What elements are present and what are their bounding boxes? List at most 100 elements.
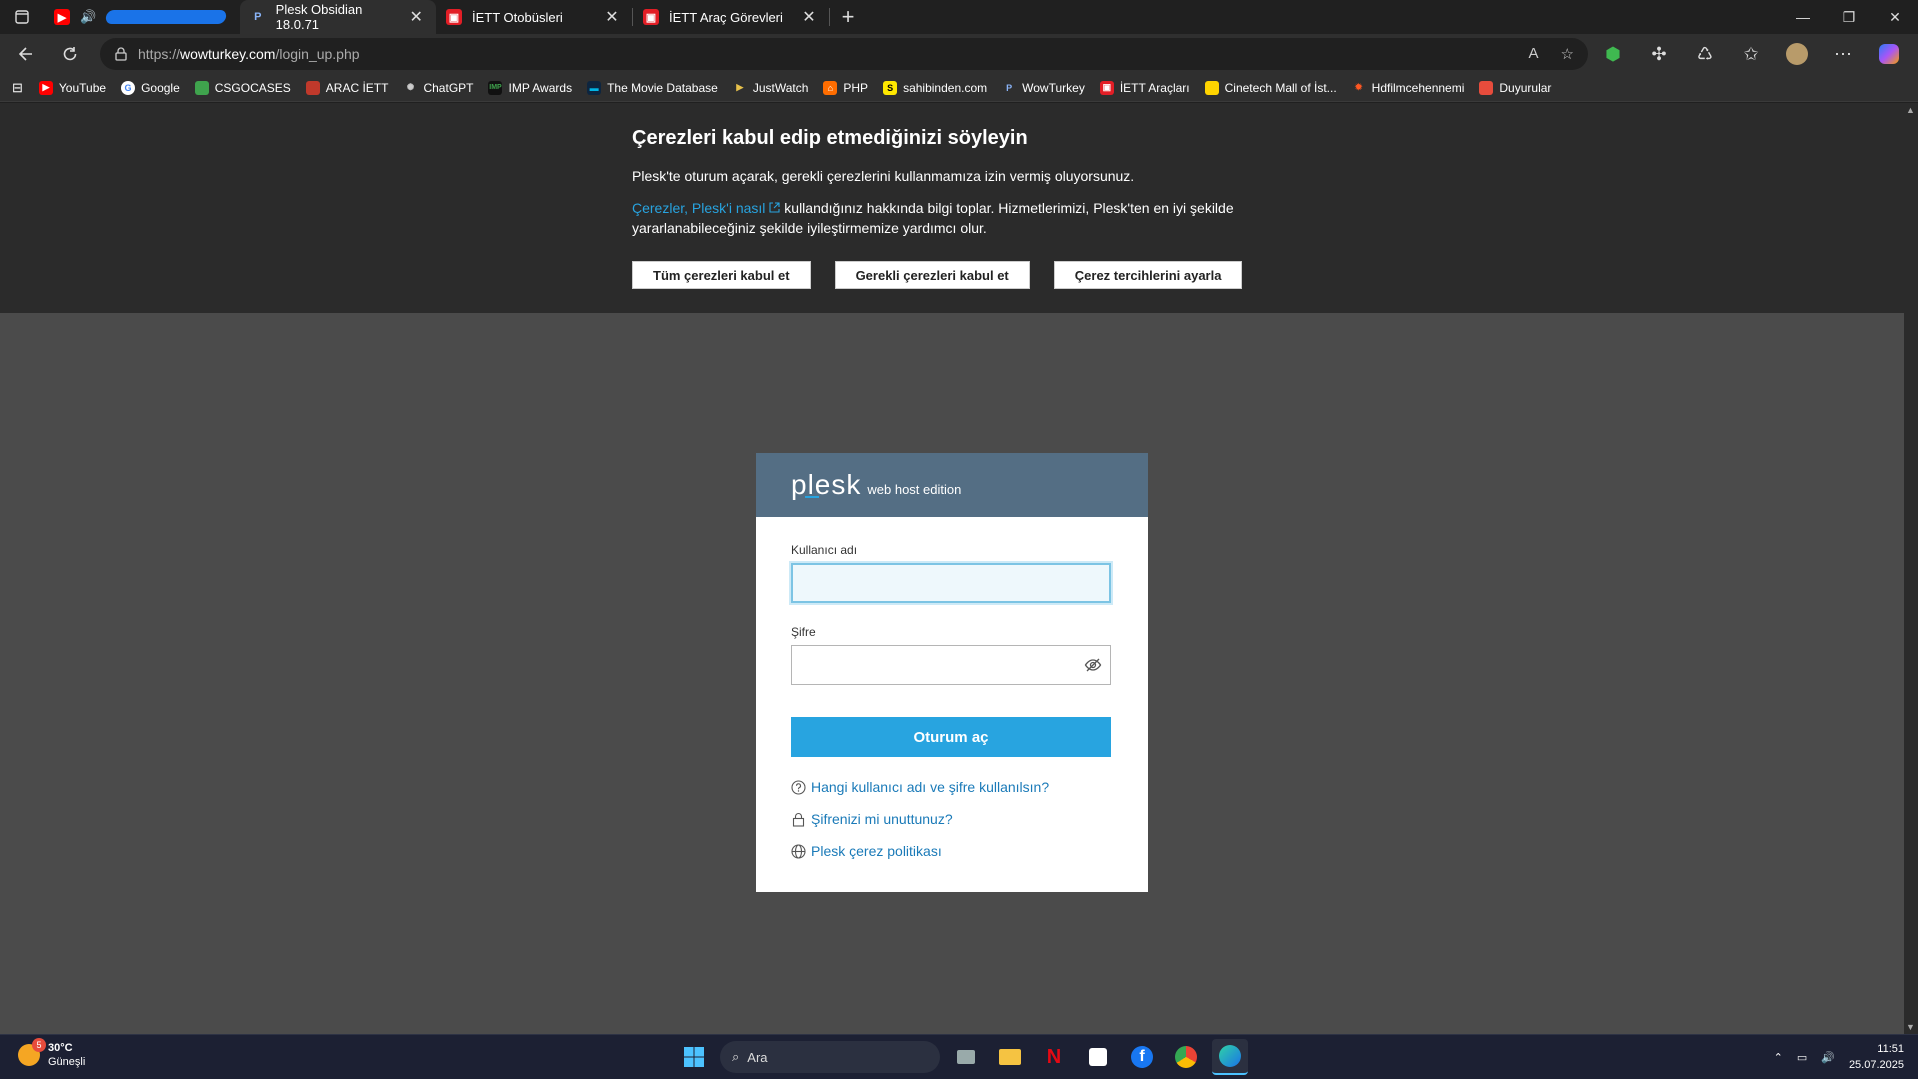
bookmark-iett-araclari[interactable]: ▣ İETT Araçları xyxy=(1099,80,1190,95)
shield-extension-button[interactable]: ⬢ xyxy=(1592,36,1634,72)
close-tab-icon[interactable]: ✕ xyxy=(799,7,819,27)
close-window-button[interactable]: ✕ xyxy=(1872,0,1918,34)
bookmark-imp-awards[interactable]: IMP IMP Awards xyxy=(488,80,572,95)
facebook-button[interactable]: f xyxy=(1124,1039,1160,1075)
bookmark-csgocases[interactable]: CSGOCASES xyxy=(194,80,291,95)
start-button[interactable] xyxy=(676,1039,712,1075)
netflix-button[interactable]: N xyxy=(1036,1039,1072,1075)
scroll-down-icon[interactable]: ▼ xyxy=(1906,1022,1915,1032)
refresh-button[interactable] xyxy=(52,36,88,72)
store-button[interactable] xyxy=(1080,1039,1116,1075)
cookies-info-link[interactable]: Çerezler, Plesk'i nasıl xyxy=(632,200,765,216)
forgot-password-label: Şifrenizi mi unuttunuz? xyxy=(811,811,953,827)
weather-badge: 5 xyxy=(32,1038,46,1052)
login-button[interactable]: Oturum aç xyxy=(791,717,1111,757)
close-tab-icon[interactable]: ✕ xyxy=(602,7,622,27)
task-view-button[interactable] xyxy=(948,1039,984,1075)
restore-button[interactable]: ❐ xyxy=(1826,0,1872,34)
bookmark-label: Hdfilmcehennemi xyxy=(1371,80,1465,95)
bookmark-hdfilmcehennemi[interactable]: ✹ Hdfilmcehennemi xyxy=(1352,81,1465,95)
volume-icon[interactable]: 🔊 xyxy=(1821,1051,1835,1064)
chevron-up-icon[interactable]: ⌃ xyxy=(1774,1051,1783,1064)
bookmark-google[interactable]: G Google xyxy=(121,80,180,95)
bookmark-wowturkey[interactable]: P WowTurkey xyxy=(1002,81,1085,95)
page-scrollbar[interactable]: ▲ ▼ xyxy=(1904,103,1918,1034)
lock-icon[interactable] xyxy=(114,47,128,61)
bookmark-label: The Movie Database xyxy=(607,80,718,95)
accept-all-cookies-button[interactable]: Tüm çerezleri kabul et xyxy=(632,261,811,289)
collections-icon[interactable]: ⊟ xyxy=(12,80,23,96)
username-input[interactable] xyxy=(791,563,1111,603)
bookmark-label: sahibinden.com xyxy=(903,80,988,95)
tab-plesk[interactable]: P Plesk Obsidian 18.0.71 ✕ xyxy=(240,0,436,34)
tab-iett-arac-gorevleri[interactable]: ▣ İETT Araç Görevleri ✕ xyxy=(633,0,829,34)
youtube-icon: ▶ xyxy=(38,80,53,95)
bookmark-php[interactable]: ⌂ PHP xyxy=(823,80,869,95)
chrome-button[interactable] xyxy=(1168,1039,1204,1075)
weather-condition: Güneşli xyxy=(48,1056,86,1068)
sahibinden-icon: S xyxy=(883,80,898,95)
tab-iett-otobusleri[interactable]: ▣ İETT Otobüsleri ✕ xyxy=(436,0,632,34)
close-tab-icon[interactable]: ✕ xyxy=(406,7,426,27)
cookie-policy-label: Plesk çerez politikası xyxy=(811,843,942,859)
bookmark-chatgpt[interactable]: ✺ ChatGPT xyxy=(403,81,474,95)
windows-icon xyxy=(684,1047,704,1067)
network-icon[interactable]: ▭ xyxy=(1797,1051,1807,1064)
eye-slash-icon[interactable] xyxy=(1084,656,1102,674)
new-tab-button[interactable]: + xyxy=(830,0,866,34)
password-input[interactable] xyxy=(791,645,1111,685)
netflix-icon: N xyxy=(1046,1045,1062,1068)
favorites-button[interactable]: ✩ xyxy=(1730,36,1772,72)
file-explorer-button[interactable] xyxy=(992,1039,1028,1075)
help-credentials-link[interactable]: Hangi kullanıcı adı ve şifre kullanılsın… xyxy=(791,777,1113,797)
globe-icon xyxy=(791,843,806,859)
address-bar[interactable]: https://wowturkey.com/login_up.php A ☆ xyxy=(100,38,1588,70)
cookie-banner: Çerezleri kabul edip etmediğinizi söyley… xyxy=(0,103,1904,313)
bookmark-duyurular[interactable]: Duyurular xyxy=(1479,80,1551,95)
plesk-tab-icon: P xyxy=(254,11,262,23)
scroll-up-icon[interactable]: ▲ xyxy=(1906,105,1915,115)
profile-button[interactable] xyxy=(1776,36,1818,72)
bookmark-tmdb[interactable]: ▬ The Movie Database xyxy=(587,80,718,95)
external-link-icon[interactable] xyxy=(769,202,780,213)
browser-toolbar: https://wowturkey.com/login_up.php A ☆ ⬢… xyxy=(0,34,1918,74)
extensions-button[interactable]: ✣ xyxy=(1638,36,1680,72)
favorites-icon: ✩ xyxy=(1743,43,1759,64)
accept-required-cookies-button[interactable]: Gerekli çerezleri kabul et xyxy=(834,261,1030,289)
forgot-password-link[interactable]: Şifrenizi mi unuttunuz? xyxy=(791,809,1113,829)
more-menu-button[interactable]: ⋯ xyxy=(1822,36,1864,72)
cookie-policy-link[interactable]: Plesk çerez politikası xyxy=(791,841,1113,861)
edge-button[interactable] xyxy=(1212,1039,1248,1075)
tab-label: İETT Otobüsleri xyxy=(472,9,563,25)
search-icon: ⌕ xyxy=(732,1049,740,1064)
bookmark-cinetech[interactable]: Cinetech Mall of İst... xyxy=(1204,80,1337,95)
plesk-logo: plesk xyxy=(791,469,862,500)
weather-widget[interactable]: 5 30°C Güneşli xyxy=(18,1038,86,1069)
question-circle-icon xyxy=(791,779,806,795)
bookmark-arac-iett[interactable]: ARAC İETT xyxy=(305,80,388,95)
tab-label: Plesk Obsidian 18.0.71 xyxy=(275,2,363,32)
speaker-icon[interactable]: 🔊 xyxy=(80,9,96,25)
cookie-settings-button[interactable]: Çerez tercihlerini ayarla xyxy=(1053,261,1243,289)
tab-youtube[interactable]: ▶ 🔊 xyxy=(44,0,240,34)
taskbar-apps: ⌕ Ara N f xyxy=(676,1039,1248,1075)
taskbar-search[interactable]: ⌕ Ara xyxy=(720,1041,940,1073)
iett-icon: ▣ xyxy=(1099,80,1114,95)
php-icon: ⌂ xyxy=(823,80,838,95)
favorite-star-icon[interactable]: ☆ xyxy=(1561,45,1574,63)
read-aloud-icon[interactable]: A xyxy=(1529,45,1539,63)
minimize-button[interactable]: — xyxy=(1780,0,1826,34)
bookmark-label: PHP xyxy=(843,80,869,95)
bookmark-sahibinden[interactable]: Ssahibinden.com xyxy=(883,80,988,95)
edition-label: web host edition xyxy=(867,481,962,497)
performance-button[interactable]: ♺ xyxy=(1684,36,1726,72)
store-icon xyxy=(1089,1048,1107,1066)
copilot-button[interactable] xyxy=(1868,36,1910,72)
clock[interactable]: 11:51 25.07.2025 xyxy=(1849,1041,1904,1073)
back-button[interactable] xyxy=(8,36,44,72)
bookmark-youtube[interactable]: ▶ YouTube xyxy=(38,80,106,95)
bookmark-justwatch[interactable]: ▶ JustWatch xyxy=(733,81,808,95)
tab-actions-button[interactable] xyxy=(0,0,44,34)
task-view-icon xyxy=(957,1050,975,1064)
shield-icon: ⬢ xyxy=(1605,43,1621,64)
